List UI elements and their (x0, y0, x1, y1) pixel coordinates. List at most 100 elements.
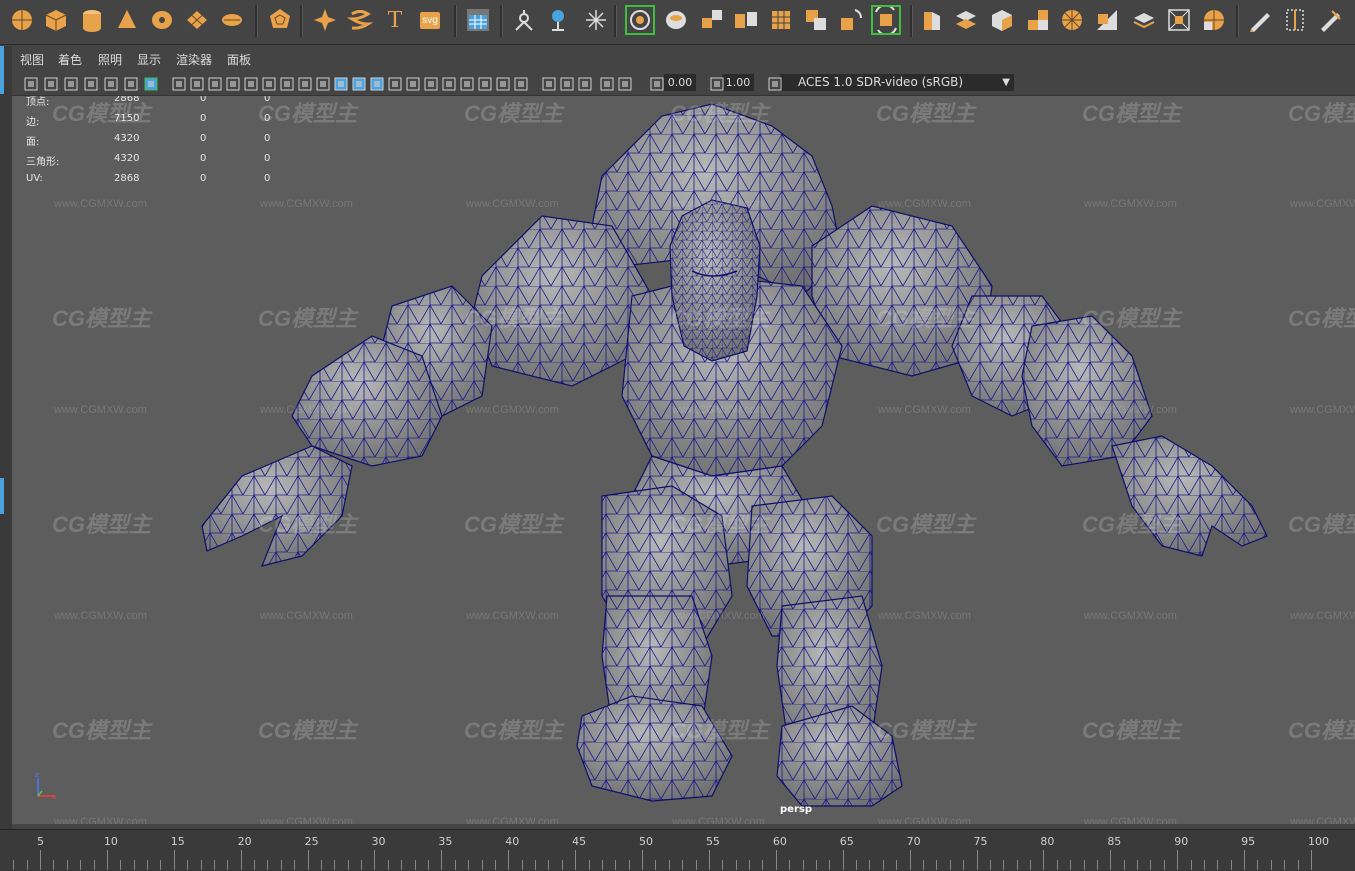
viewport-tool-icon[interactable] (768, 76, 782, 91)
viewport-tool-icon[interactable] (352, 76, 366, 91)
bevel-icon[interactable] (837, 6, 865, 34)
viewport-tool-icon[interactable] (334, 76, 348, 91)
gamma-field[interactable]: 1.00 (722, 74, 754, 91)
camera-icon[interactable] (662, 6, 690, 34)
timeline-tick (601, 860, 603, 870)
pivot-icon[interactable] (510, 6, 538, 34)
extrude-icon[interactable] (918, 6, 946, 34)
viewport-tool-icon[interactable] (280, 76, 294, 91)
menu-lighting[interactable]: 照明 (98, 51, 122, 68)
viewport-tool-icon[interactable] (298, 76, 312, 91)
viewport-tool-icon[interactable] (316, 76, 330, 91)
viewport-tool-icon[interactable] (104, 76, 118, 91)
cylinder-icon[interactable] (78, 6, 106, 34)
viewport-tool-icon[interactable] (542, 76, 556, 91)
fill-hole-icon[interactable] (988, 6, 1016, 34)
watermark-logo: CG模型主 (464, 512, 564, 537)
watermark-url: www.CGMXW.com (878, 404, 971, 416)
menu-panels[interactable]: 面板 (227, 51, 251, 68)
viewport-tool-icon[interactable] (478, 76, 492, 91)
timeline-tick (1244, 850, 1246, 870)
viewport-tool-icon[interactable] (208, 76, 222, 91)
viewport-tool-icon[interactable] (514, 76, 528, 91)
snap-icon[interactable] (544, 6, 572, 34)
wedge-icon[interactable] (1165, 6, 1193, 34)
platonic-icon[interactable] (266, 6, 294, 34)
merge-icon[interactable] (952, 6, 980, 34)
watermark-logo: CG模型主 (258, 512, 358, 537)
viewport-tool-icon[interactable] (460, 76, 474, 91)
multi-cut-icon[interactable] (1024, 6, 1052, 34)
sculpt-icon[interactable] (1130, 6, 1158, 34)
viewport-tool-icon[interactable] (84, 76, 98, 91)
shelf-separator (910, 5, 913, 37)
menu-shading[interactable]: 着色 (58, 51, 82, 68)
viewport-tool-icon[interactable] (144, 76, 158, 91)
viewport-tool-icon[interactable] (560, 76, 574, 91)
timeline-tick (936, 860, 938, 870)
viewport-tool-icon[interactable] (424, 76, 438, 91)
crease-icon[interactable] (1093, 6, 1121, 34)
sphere-icon[interactable] (8, 6, 36, 34)
menu-show[interactable]: 显示 (137, 51, 161, 68)
superellipse-icon[interactable] (311, 6, 339, 34)
boolean-icon[interactable] (767, 6, 795, 34)
bounding-icon[interactable] (1316, 6, 1344, 34)
separate-icon[interactable] (732, 6, 760, 34)
viewport-tool-icon[interactable] (710, 76, 724, 91)
viewport-tool-icon[interactable] (44, 76, 58, 91)
cube-icon[interactable] (42, 6, 70, 34)
viewport-tool-icon[interactable] (496, 76, 510, 91)
cone-icon[interactable] (113, 6, 141, 34)
soft-select-icon[interactable] (625, 5, 655, 35)
menu-renderer[interactable]: 渲染器 (176, 51, 212, 68)
viewport-tool-icon[interactable] (172, 76, 186, 91)
disc-icon[interactable] (218, 6, 246, 34)
watermark-logo: CG模型主 (670, 718, 770, 743)
golem-head[interactable] (669, 199, 761, 362)
viewport-tool-icon[interactable] (370, 76, 384, 91)
combine-icon[interactable] (698, 6, 726, 34)
viewport-tool-icon[interactable] (124, 76, 138, 91)
golem-left-hand[interactable] (201, 445, 353, 567)
viewport-tool-icon[interactable] (406, 76, 420, 91)
target-weld-icon[interactable] (1246, 6, 1274, 34)
golem-left-forearm[interactable] (291, 335, 443, 467)
color-management-dropdown[interactable]: ACES 1.0 SDR-video (sRGB) ▼ (780, 74, 1014, 91)
viewport-tool-icon[interactable] (650, 76, 664, 91)
torus-icon[interactable] (148, 6, 176, 34)
bridge-icon[interactable] (871, 5, 901, 35)
time-slider[interactable]: 5 10 15 20 25 30 35 40 45 50 55 60 65 70 75 80 85 90 95 100 (0, 829, 1355, 871)
viewport-tool-icon[interactable] (262, 76, 276, 91)
viewport-tool-icon[interactable] (600, 76, 614, 91)
viewport-tool-icon[interactable] (226, 76, 240, 91)
svg-icon[interactable]: svg (416, 6, 444, 34)
exposure-field[interactable]: 0.00 (664, 74, 696, 91)
viewport-tool-icon[interactable] (244, 76, 258, 91)
mirror-icon[interactable] (1200, 6, 1228, 34)
viewport-tool-icon[interactable] (578, 76, 592, 91)
watermark-logo: CG模型主 (876, 306, 976, 331)
timeline-frame-label: 25 (304, 835, 319, 848)
golem-left-foot[interactable] (576, 695, 733, 802)
timeline-tick (120, 860, 122, 870)
viewport-tool-icon[interactable] (618, 76, 632, 91)
timeline-frame-label: 85 (1107, 835, 1122, 848)
viewport-tool-icon[interactable] (190, 76, 204, 91)
perspective-viewport[interactable]: 顶点: 2868 0 0 边: 7150 0 0 面: 4320 0 0 三角形… (12, 96, 1355, 824)
viewport-tool-icon[interactable] (24, 76, 38, 91)
helix-icon[interactable] (346, 6, 374, 34)
quad-draw-icon[interactable] (1058, 6, 1086, 34)
watermark-logo: CG模型主 (464, 718, 564, 743)
pipe-icon[interactable] (582, 6, 610, 34)
uv-layout-icon[interactable] (464, 6, 492, 34)
pencil-icon[interactable] (1281, 6, 1309, 34)
menu-view[interactable]: 视图 (20, 51, 44, 68)
viewport-tool-icon[interactable] (388, 76, 402, 91)
smooth-icon[interactable] (802, 6, 830, 34)
viewport-tool-icon[interactable] (442, 76, 456, 91)
text-icon[interactable]: T (381, 6, 409, 34)
watermark-logo: CG模型主 (464, 306, 564, 331)
viewport-tool-icon[interactable] (64, 76, 78, 91)
plane-icon[interactable] (183, 6, 211, 34)
